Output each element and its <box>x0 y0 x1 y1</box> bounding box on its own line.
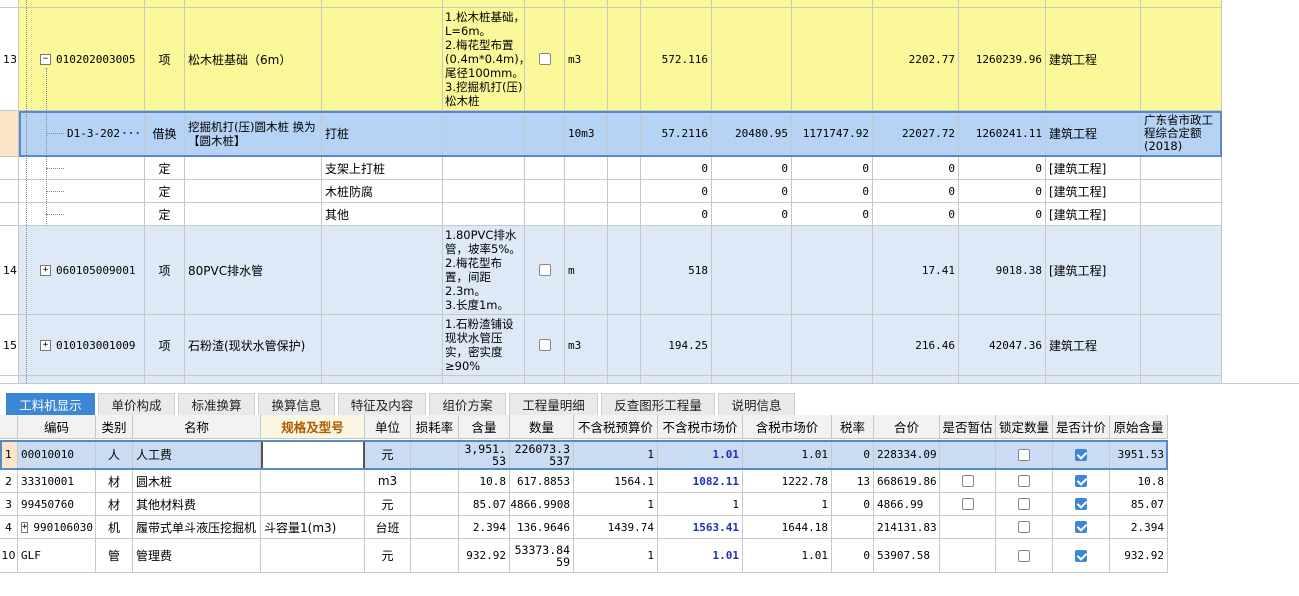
col-unit[interactable]: 单位 <box>365 415 411 439</box>
item-major: 建筑工程 <box>1046 8 1141 111</box>
table-row-selected[interactable]: D1-3-202 ··· 借换 挖掘机打(压)圆木桩 换为【圆木桩】 打桩 10… <box>0 111 1222 157</box>
priced-checkbox[interactable] <box>1075 498 1087 510</box>
item-qty: 57.2116 <box>641 111 712 157</box>
checkbox[interactable] <box>538 264 551 276</box>
resource-grid: 编码 类别 名称 规格及型号 单位 损耗率 含量 数量 不含税预算价 不含税市场… <box>0 415 1168 585</box>
resource-row[interactable]: 10 GLF 管 管理费 元 932.92 53373.8459 1 1.01 … <box>0 539 1168 573</box>
col-content[interactable]: 含量 <box>459 415 510 439</box>
tab-conversion-info[interactable]: 换算信息 <box>258 393 335 415</box>
table-row[interactable]: 13 − 010202003005 项 松木桩基础（6m） 1.松木桩基础，L=… <box>0 8 1222 111</box>
tree-line <box>46 214 64 215</box>
item-spec: 打桩 <box>322 111 443 157</box>
item-spec <box>322 8 443 111</box>
col-loss[interactable]: 损耗率 <box>411 415 459 439</box>
spec-input[interactable] <box>261 440 365 470</box>
item-code: 010202003005 <box>56 52 136 66</box>
table-header: 编码 类别 名称 规格及型号 单位 损耗率 含量 数量 不含税预算价 不含税市场… <box>0 415 1168 439</box>
col-budget-price[interactable]: 不含税预算价 <box>574 415 658 439</box>
col-original-content[interactable]: 原始含量 <box>1110 415 1168 439</box>
checkbox[interactable] <box>538 53 551 65</box>
expand-icon[interactable]: + <box>40 339 51 351</box>
tab-unit-price-composition[interactable]: 单价构成 <box>98 393 175 415</box>
resource-row[interactable]: 3 99450760 材 其他材料费 元 85.07 4866.9908 1 1… <box>0 493 1168 516</box>
tree-line <box>46 68 47 226</box>
col-priced[interactable]: 是否计价 <box>1053 415 1110 439</box>
tab-pricing-scheme[interactable]: 组价方案 <box>429 393 506 415</box>
row-number: 13 <box>0 8 19 111</box>
lock-qty-checkbox[interactable] <box>1018 521 1030 533</box>
item-feature: 1.松木桩基础，L=6m。 2.梅花型布置(0.4m*0.4m)，尾径100mm… <box>443 8 525 111</box>
item-type: 项 <box>145 8 185 111</box>
priced-checkbox[interactable] <box>1075 549 1087 562</box>
item-type: 借换 <box>145 111 185 157</box>
table-row-partial <box>0 376 1222 383</box>
item-quota: 广东省市政工程综合定额(2018) <box>1141 111 1222 157</box>
table-row[interactable]: 定 其他 0 0 0 0 0 [建筑工程] <box>0 203 1222 226</box>
table-row[interactable]: 定 支架上打桩 0 0 0 0 0 [建筑工程] <box>0 157 1222 180</box>
item-unit-price: 2202.77 <box>873 8 959 111</box>
lock-qty-checkbox[interactable] <box>1018 498 1030 510</box>
bottom-tabbar: 工料机显示 单价构成 标准换算 换算信息 特征及内容 组价方案 工程量明细 反查… <box>0 383 1299 416</box>
col-category[interactable]: 类别 <box>96 415 133 439</box>
item-qty: 572.116 <box>641 8 712 111</box>
expand-icon[interactable]: + <box>40 264 51 276</box>
collapse-icon[interactable]: − <box>40 53 51 65</box>
col-market-price-tax[interactable]: 含税市场价 <box>743 415 832 439</box>
more-button[interactable]: ··· <box>121 127 141 140</box>
tree-line <box>46 133 64 134</box>
item-unit: 10m3 <box>565 111 608 157</box>
col-name[interactable]: 名称 <box>133 415 261 439</box>
priced-checkbox[interactable] <box>1075 521 1087 533</box>
tree-line <box>46 191 64 192</box>
table-row[interactable]: 15 + 010103001009 项 石粉渣(现状水管保护) 1.石粉渣铺设现… <box>0 315 1222 376</box>
col-estimate[interactable]: 是否暂估 <box>940 415 996 439</box>
tab-description[interactable]: 说明信息 <box>718 393 795 415</box>
col-lock-qty[interactable]: 锁定数量 <box>996 415 1053 439</box>
tab-features-content[interactable]: 特征及内容 <box>338 393 426 415</box>
col-spec[interactable]: 规格及型号 <box>261 415 365 439</box>
col-market-price[interactable]: 不含税市场价 <box>658 415 743 439</box>
row-number <box>0 111 19 157</box>
lock-qty-checkbox[interactable] <box>1018 448 1030 461</box>
resource-row[interactable]: 4 + 990106030 机 履带式单斗液压挖掘机 斗容量1(m3) 台班 2… <box>0 516 1168 539</box>
item-unit: m3 <box>565 8 608 111</box>
item-name: 挖掘机打(压)圆木桩 换为【圆木桩】 <box>185 111 322 157</box>
resource-row[interactable]: 2 33310001 材 圆木桩 m3 10.8 617.8853 1564.1… <box>0 470 1168 493</box>
table-row[interactable]: 14 + 060105009001 项 80PVC排水管 1.80PVC排水管，… <box>0 226 1222 315</box>
resource-row[interactable]: 1 00010010 人 人工费 元 3,951.53 226073.3537 … <box>0 440 1168 470</box>
col-qty[interactable]: 数量 <box>510 415 574 439</box>
checkbox[interactable] <box>538 339 551 351</box>
item-major: 建筑工程 <box>1046 111 1141 157</box>
upper-grid: 13 − 010202003005 项 松木桩基础（6m） 1.松木桩基础，L=… <box>0 0 1299 383</box>
estimate-checkbox[interactable] <box>961 498 974 510</box>
item-total: 1260239.96 <box>959 8 1046 111</box>
col-code[interactable]: 编码 <box>18 415 96 439</box>
item-name: 松木桩基础（6m） <box>185 8 322 111</box>
tree-line <box>26 0 27 383</box>
tab-labor-material-machine[interactable]: 工料机显示 <box>6 393 95 415</box>
tree-line <box>46 168 64 169</box>
tab-reverse-graphic-quantity[interactable]: 反查图形工程量 <box>601 393 715 415</box>
priced-checkbox[interactable] <box>1075 448 1087 461</box>
lock-qty-checkbox[interactable] <box>1018 475 1030 487</box>
table-row[interactable]: 定 木桩防腐 0 0 0 0 0 [建筑工程] <box>0 180 1222 203</box>
table-row-partial <box>0 0 1222 8</box>
item-total: 1260241.11 <box>959 111 1046 157</box>
estimate-checkbox[interactable] <box>961 475 974 487</box>
col-total[interactable]: 合价 <box>874 415 940 439</box>
item-value-2: 1171747.92 <box>792 111 873 157</box>
lock-qty-checkbox[interactable] <box>1018 549 1030 562</box>
tab-standard-conversion[interactable]: 标准换算 <box>178 393 255 415</box>
item-unit-price: 22027.72 <box>873 111 959 157</box>
col-tax-rate[interactable]: 税率 <box>832 415 874 439</box>
item-code: D1-3-202 <box>67 127 120 140</box>
tab-quantity-detail[interactable]: 工程量明细 <box>509 393 598 415</box>
expand-icon[interactable]: + <box>21 521 29 533</box>
priced-checkbox[interactable] <box>1075 475 1087 487</box>
item-value-1: 20480.95 <box>712 111 792 157</box>
